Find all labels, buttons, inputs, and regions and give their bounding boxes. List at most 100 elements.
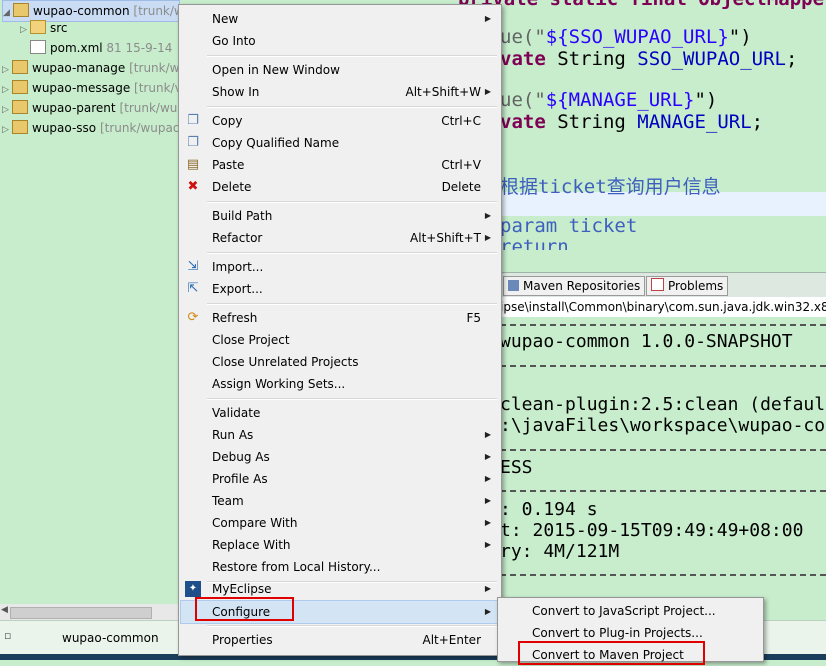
myeclipse-icon: ✦ <box>185 581 201 597</box>
scroll-left-icon[interactable]: ◀ <box>1 605 8 615</box>
submenu-arrow-icon: ▶ <box>484 496 491 505</box>
code-line: private static final ObjectMappe <box>458 0 824 10</box>
divider <box>500 365 826 367</box>
menu-item-build-path[interactable]: Build Path ▶ <box>181 205 499 227</box>
submenu-arrow-icon: ▶ <box>484 452 491 461</box>
copy-icon: ❐ <box>187 113 199 128</box>
expand-arrow-icon[interactable]: ▷ <box>2 120 12 140</box>
xml-file-icon <box>30 40 46 54</box>
annotation-box-configure <box>195 597 294 621</box>
menu-separator <box>207 252 497 254</box>
export-icon: ⇱ <box>187 281 199 296</box>
divider <box>500 574 826 576</box>
menu-item-run-as[interactable]: Run As ▶ <box>181 424 499 446</box>
menu-item-copy[interactable]: ❐ Copy Ctrl+C <box>181 110 499 132</box>
status-project-label: wupao-common <box>62 631 159 645</box>
project-icon <box>13 3 29 17</box>
expand-arrow-icon[interactable]: ▷ <box>2 80 12 100</box>
code-editor[interactable]: 28 private static final ObjectMappe ue("… <box>458 0 826 270</box>
menu-separator <box>207 625 497 627</box>
code-line: ue("${SSO_WUPAO_URL}") <box>500 26 752 48</box>
submenu-arrow-icon: ▶ <box>484 607 491 616</box>
status-icon: ▫ <box>4 629 12 642</box>
horizontal-scrollbar[interactable]: ◀ <box>0 604 178 620</box>
expand-arrow-icon[interactable]: ▷ <box>2 60 12 80</box>
menu-item-paste[interactable]: ▤ Paste Ctrl+V <box>181 154 499 176</box>
divider <box>500 490 826 492</box>
divider <box>500 324 826 326</box>
submenu-arrow-icon: ▶ <box>484 430 491 439</box>
maven-icon <box>508 280 519 291</box>
menu-item-team[interactable]: Team ▶ <box>181 490 499 512</box>
menu-item-properties[interactable]: Properties Alt+Enter <box>181 629 499 651</box>
console-line: clean-plugin:2.5:clean (defaul <box>500 394 826 415</box>
paste-icon: ▤ <box>186 157 200 172</box>
submenu-arrow-icon: ▶ <box>484 87 491 96</box>
scrollbar-thumb[interactable] <box>10 607 152 619</box>
console-line: ESS <box>500 457 533 478</box>
code-comment: param ticket <box>500 215 638 237</box>
menu-item-assign-working-sets[interactable]: Assign Working Sets... <box>181 373 499 395</box>
console-line: wupao-common 1.0.0-SNAPSHOT <box>500 331 793 352</box>
tree-item-wupao-manage[interactable]: ▷ wupao-manage [trunk/w <box>2 58 179 78</box>
collapse-arrow-icon[interactable]: ◢ <box>3 3 13 23</box>
menu-item-new[interactable]: New ▶ <box>181 8 499 30</box>
menu-item-replace-with[interactable]: Replace With ▶ <box>181 534 499 556</box>
annotation-box-convert-maven <box>518 641 705 665</box>
submenu-arrow-icon: ▶ <box>484 518 491 527</box>
divider <box>500 449 826 451</box>
menu-item-import[interactable]: ⇲ Import... <box>181 256 499 278</box>
code-line: vate String MANAGE_URL; <box>500 111 764 133</box>
menu-item-delete[interactable]: ✖ Delete Delete <box>181 176 499 198</box>
code-line: vate String SSO_WUPAO_URL; <box>500 48 798 70</box>
submenu-item-convert-javascript[interactable]: Convert to JavaScript Project... <box>498 600 763 622</box>
code-line: ue("${MANAGE_URL}") <box>500 89 718 111</box>
menu-item-go-into[interactable]: Go Into <box>181 30 499 52</box>
submenu-arrow-icon: ▶ <box>484 540 491 549</box>
console-process-path: ipse\install\Common\binary\com.sun.java.… <box>500 297 826 317</box>
expand-arrow-icon[interactable]: ▷ <box>2 100 12 120</box>
menu-separator <box>207 201 497 203</box>
console-line: ry: 4M/121M <box>500 541 620 562</box>
tree-item-pom-xml[interactable]: pom.xml 81 15-9-14 <box>30 38 172 58</box>
menu-item-compare-with[interactable]: Compare With ▶ <box>181 512 499 534</box>
menu-item-copy-qualified-name[interactable]: ❐ Copy Qualified Name <box>181 132 499 154</box>
console-line: : 0.194 s <box>500 499 598 520</box>
tree-item-wupao-parent[interactable]: ▷ wupao-parent [trunk/wu <box>2 98 177 118</box>
menu-separator <box>207 55 497 57</box>
menu-item-refresh[interactable]: ⟳ Refresh F5 <box>181 307 499 329</box>
refresh-icon: ⟳ <box>187 310 199 325</box>
submenu-arrow-icon: ▶ <box>484 584 491 593</box>
import-icon: ⇲ <box>187 259 199 274</box>
project-icon <box>12 120 28 134</box>
tab-maven-repositories[interactable]: Maven Repositories <box>503 276 646 296</box>
menu-separator <box>207 303 497 305</box>
project-icon <box>12 80 28 94</box>
copy-icon: ❐ <box>187 135 199 150</box>
menu-item-export[interactable]: ⇱ Export... <box>181 278 499 300</box>
menu-item-open-in-new-window[interactable]: Open in New Window <box>181 59 499 81</box>
menu-item-debug-as[interactable]: Debug As ▶ <box>181 446 499 468</box>
menu-item-validate[interactable]: Validate <box>181 402 499 424</box>
tree-item-src[interactable]: ▷ src <box>20 18 68 38</box>
menu-item-close-unrelated-projects[interactable]: Close Unrelated Projects <box>181 351 499 373</box>
menu-item-close-project[interactable]: Close Project <box>181 329 499 351</box>
view-tab-bar: Maven Repositories Problems <box>500 272 826 298</box>
menu-separator <box>207 398 497 400</box>
configure-submenu: Convert to JavaScript Project... Convert… <box>497 597 764 665</box>
submenu-arrow-icon: ▶ <box>484 233 491 242</box>
menu-item-restore-local-history[interactable]: Restore from Local History... <box>181 556 499 578</box>
code-comment: return <box>500 236 569 250</box>
menu-item-profile-as[interactable]: Profile As ▶ <box>181 468 499 490</box>
console-output[interactable]: wupao-common 1.0.0-SNAPSHOT clean-plugin… <box>500 317 826 602</box>
code-comment: 根据ticket查询用户信息 <box>500 176 721 198</box>
folder-icon <box>30 20 46 34</box>
menu-item-refactor[interactable]: Refactor Alt+Shift+T ▶ <box>181 227 499 249</box>
expand-arrow-icon[interactable]: ▷ <box>20 20 30 40</box>
tree-item-wupao-message[interactable]: ▷ wupao-message [trunk/v <box>2 78 182 98</box>
tree-item-wupao-sso[interactable]: ▷ wupao-sso [trunk/wupao <box>2 118 180 138</box>
menu-separator <box>207 106 497 108</box>
tab-problems[interactable]: Problems <box>646 276 729 296</box>
console-line: :\javaFiles\workspace\wupao-co <box>500 415 826 436</box>
menu-item-show-in[interactable]: Show In Alt+Shift+W ▶ <box>181 81 499 103</box>
